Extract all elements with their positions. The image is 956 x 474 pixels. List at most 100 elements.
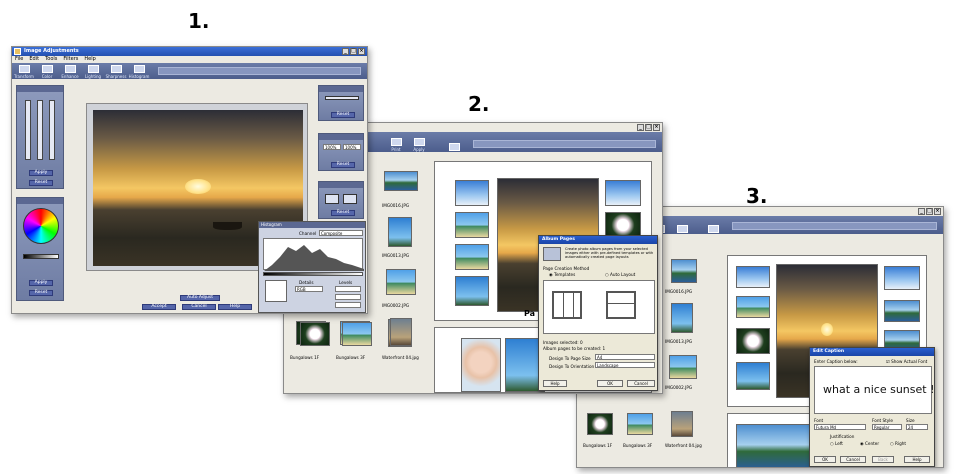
page-photo[interactable] (884, 300, 920, 322)
maximize-icon[interactable]: □ (645, 124, 652, 131)
toolbar-enhance[interactable]: Enhance (60, 65, 80, 79)
page-photo[interactable] (605, 180, 641, 206)
page-photo[interactable] (736, 296, 770, 318)
close-icon[interactable]: × (934, 208, 941, 215)
maximize-icon[interactable]: □ (350, 48, 357, 55)
bottom-thumb[interactable] (300, 322, 330, 346)
maximize-icon[interactable]: □ (926, 208, 933, 215)
menu-edit[interactable]: Edit (29, 56, 39, 63)
justify-left-radio[interactable]: ○ Left (830, 441, 843, 446)
ok-button[interactable]: OK (814, 456, 836, 463)
bottom-thumb[interactable] (587, 413, 613, 435)
template-option[interactable] (606, 291, 636, 319)
reset-button[interactable]: Reset (331, 210, 355, 216)
zoom-select-right[interactable]: 100% (343, 144, 361, 150)
toolbar-button-apply[interactable] (672, 225, 692, 234)
list-thumb[interactable] (388, 217, 412, 247)
bottom-thumb[interactable] (627, 413, 653, 435)
slider-track[interactable] (49, 100, 55, 160)
page-photo[interactable] (455, 244, 489, 270)
template-option[interactable] (552, 291, 582, 319)
flip-icon[interactable] (343, 194, 357, 204)
apply-button[interactable]: Apply (29, 170, 53, 176)
close-icon[interactable]: × (653, 124, 660, 131)
menu-filters[interactable]: Filters (63, 56, 78, 63)
color-wheel[interactable] (23, 208, 59, 244)
accept-button[interactable]: Accept (142, 304, 176, 310)
list-thumb[interactable] (669, 355, 697, 379)
page-photo[interactable] (455, 212, 489, 238)
page-photo[interactable] (736, 328, 770, 354)
channel-select[interactable]: Composite (319, 230, 363, 236)
cancel-button[interactable]: Cancel (840, 456, 866, 463)
toolbar-button-apply[interactable]: Apply (409, 138, 429, 152)
close-icon[interactable]: × (358, 48, 365, 55)
help-button[interactable]: Help (543, 380, 567, 387)
page-size-select[interactable]: A4 (595, 354, 655, 360)
minimize-icon[interactable]: _ (342, 48, 349, 55)
rotate-icon[interactable] (325, 194, 339, 204)
list-thumb[interactable] (671, 303, 693, 333)
reset-button[interactable]: Reset (331, 162, 355, 168)
toolbar-button-album[interactable] (444, 143, 464, 152)
toolbar-button-album[interactable] (703, 225, 723, 234)
bottom-thumb[interactable] (390, 318, 412, 346)
sharpness-slider[interactable] (325, 96, 359, 100)
caption-textarea[interactable]: what a nice sunset ! (814, 366, 935, 414)
cancel-button[interactable]: Cancel (182, 304, 216, 310)
color-icon (41, 65, 53, 73)
auto-layout-radio[interactable]: ○ Auto Layout (605, 272, 635, 277)
page-photo[interactable] (455, 180, 489, 206)
page-photo[interactable] (736, 424, 816, 467)
list-thumb[interactable] (671, 259, 697, 283)
list-thumb[interactable] (384, 171, 418, 191)
style-select[interactable]: Regular (872, 424, 902, 430)
reset-button[interactable]: Reset (331, 112, 355, 118)
mode-select[interactable]: RGB (295, 286, 323, 292)
bottom-thumb[interactable] (342, 322, 372, 346)
toolbar-histogram[interactable]: Histogram (129, 65, 149, 79)
page-photo[interactable] (455, 276, 489, 306)
page-photo[interactable] (736, 362, 770, 390)
show-font-checkbox[interactable]: ☑ Show Actual Font (886, 359, 927, 364)
menu-help[interactable]: Help (84, 56, 95, 63)
menu-tools[interactable]: Tools (45, 56, 57, 63)
ok-button[interactable]: OK (597, 380, 623, 387)
templates-radio[interactable]: ◉ Templates (549, 272, 575, 277)
slider-track[interactable] (25, 100, 31, 160)
cancel-button[interactable]: Cancel (627, 380, 655, 387)
levels-field-2[interactable] (335, 294, 361, 300)
orientation-select[interactable]: Landscape (595, 362, 655, 368)
reset-button[interactable]: Reset (29, 180, 53, 186)
levels-field-1[interactable] (335, 286, 361, 292)
minimize-icon[interactable]: _ (637, 124, 644, 131)
list-thumb[interactable] (386, 269, 416, 295)
font-select[interactable]: Futura Md (814, 424, 866, 430)
toolbar-transform[interactable]: Transform (14, 65, 34, 79)
justify-right-radio[interactable]: ○ Right (890, 441, 906, 446)
page-photo[interactable] (461, 338, 501, 392)
toolbar-color[interactable]: Color (37, 65, 57, 79)
back-button[interactable]: Back (872, 456, 894, 463)
menu-file[interactable]: File (15, 56, 23, 63)
reset-button[interactable]: Reset (29, 290, 53, 296)
toolbar-button-print[interactable]: Print (386, 138, 406, 152)
help-button[interactable]: Help (218, 304, 252, 310)
color-slider[interactable] (23, 254, 59, 259)
levels-field-3[interactable] (335, 302, 361, 308)
zoom-select-left[interactable]: 100% (323, 144, 341, 150)
size-select[interactable]: 24 (906, 424, 928, 430)
bottom-thumb[interactable] (671, 411, 693, 437)
level-bar[interactable] (263, 272, 363, 276)
toolbar-sharpness[interactable]: Sharpness (106, 65, 126, 79)
page-photo[interactable] (736, 266, 770, 288)
toolbar-lighting[interactable]: Lighting (83, 65, 103, 79)
help-button[interactable]: Help (904, 456, 930, 463)
justify-center-radio[interactable]: ◉ Center (860, 441, 879, 446)
minimize-icon[interactable]: _ (918, 208, 925, 215)
auto-adjust-button[interactable]: Auto Adjust (180, 295, 220, 301)
slider-track[interactable] (37, 100, 43, 160)
apply-button[interactable]: Apply (29, 280, 53, 286)
page-photo[interactable] (884, 266, 920, 290)
template-picker[interactable] (543, 280, 655, 334)
